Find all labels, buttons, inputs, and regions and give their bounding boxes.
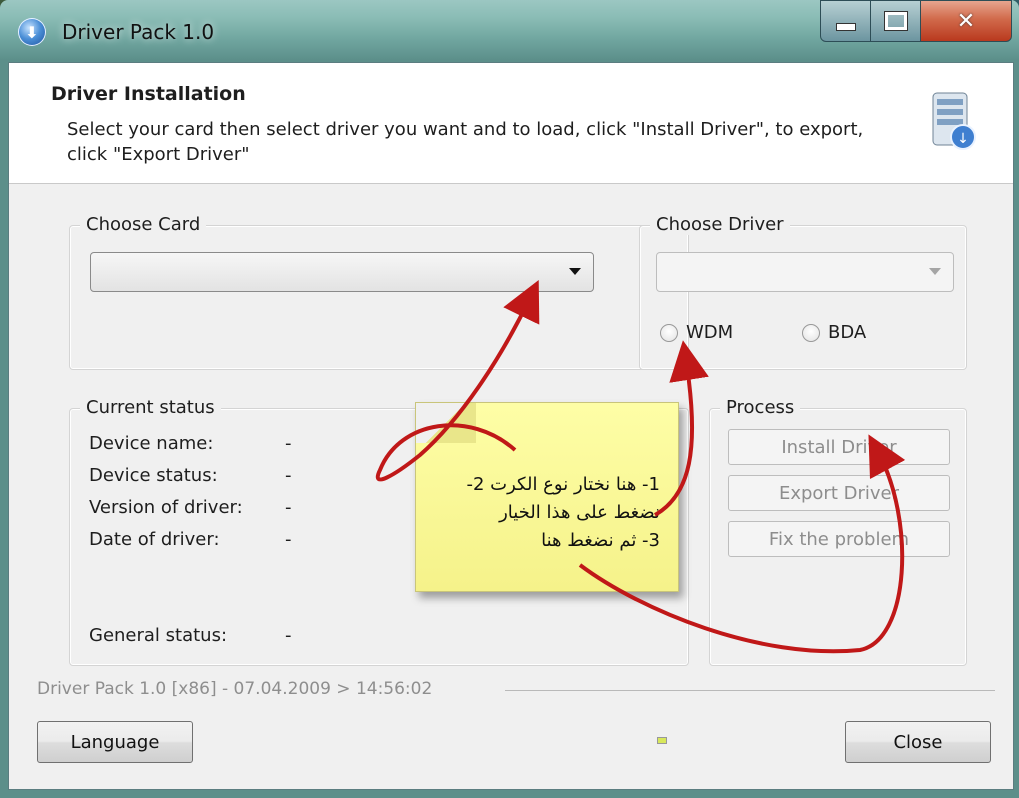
device-name-label: Device name: — [89, 433, 214, 454]
minimize-button[interactable] — [820, 0, 872, 42]
device-name-value: - — [285, 433, 292, 454]
installer-box-icon: ↓ — [932, 92, 976, 150]
radio-wdm-label: WDM — [686, 322, 734, 343]
driver-date-label: Date of driver: — [89, 529, 220, 550]
svg-text:↓: ↓ — [957, 131, 969, 147]
annotation-line-1: 1- هنا نختار نوع الكرت 2- — [466, 474, 660, 495]
general-status-value: - — [285, 625, 292, 646]
close-icon: ✕ — [956, 8, 976, 34]
annotation-line-2: نضغط على هذا الخيار — [499, 502, 660, 523]
header-description: Select your card then select driver you … — [67, 119, 864, 165]
choose-card-legend: Choose Card — [80, 214, 207, 235]
annotation-text: 1- هنا نختار نوع الكرت 2- نضغط على هذا ا… — [420, 471, 660, 555]
annotation-note: 1- هنا نختار نوع الكرت 2- نضغط على هذا ا… — [415, 402, 679, 592]
version-info: Driver Pack 1.0 [x86] - 07.04.2009 > 14:… — [37, 679, 433, 699]
radio-wdm[interactable]: WDM — [660, 322, 733, 343]
general-status-label: General status: — [89, 625, 228, 646]
driver-version-value: - — [285, 497, 292, 518]
annotation-line-3: 3- ثم نضغط هنا — [541, 530, 660, 551]
status-indicator-icon — [657, 737, 667, 744]
fix-problem-button[interactable]: Fix the problem — [728, 521, 950, 557]
current-status-legend: Current status — [80, 397, 221, 418]
card-select[interactable] — [90, 252, 594, 292]
maximize-icon — [884, 11, 908, 31]
close-button[interactable]: Close — [845, 721, 991, 763]
driver-select[interactable] — [656, 252, 954, 292]
choose-driver-legend: Choose Driver — [650, 214, 790, 235]
radio-bda[interactable]: BDA — [802, 322, 866, 343]
language-button[interactable]: Language — [37, 721, 193, 763]
radio-circle-icon — [802, 323, 820, 342]
window-title: Driver Pack 1.0 — [62, 20, 215, 44]
note-fold-corner — [416, 403, 476, 443]
app-icon: ⬇ — [18, 18, 46, 46]
radio-bda-label: BDA — [828, 322, 867, 343]
dropdown-arrow-icon — [569, 268, 581, 275]
device-status-label: Device status: — [89, 465, 218, 486]
header-panel: Driver Installation Select your card the… — [9, 63, 1013, 184]
choose-card-group: Choose Card — [69, 214, 689, 370]
device-status-value: - — [285, 465, 292, 486]
export-driver-button[interactable]: Export Driver — [728, 475, 950, 511]
header-title: Driver Installation — [51, 83, 246, 105]
driver-version-label: Version of driver: — [89, 497, 243, 518]
close-window-button[interactable]: ✕ — [920, 0, 1012, 42]
app-window: ⬇ Driver Pack 1.0 ✕ Driver Installation … — [0, 0, 1019, 798]
process-group: Process Install Driver Export Driver Fix… — [709, 397, 967, 666]
process-legend: Process — [720, 397, 801, 418]
title-bar: ⬇ Driver Pack 1.0 ✕ — [0, 0, 1019, 62]
radio-circle-icon — [660, 323, 678, 342]
install-driver-button[interactable]: Install Driver — [728, 429, 950, 465]
minimize-icon — [836, 23, 856, 31]
choose-driver-group: Choose Driver WDM BDA — [639, 214, 967, 370]
footer-divider — [505, 690, 995, 691]
dropdown-arrow-icon — [929, 268, 941, 275]
maximize-button[interactable] — [870, 0, 922, 42]
driver-date-value: - — [285, 529, 292, 550]
